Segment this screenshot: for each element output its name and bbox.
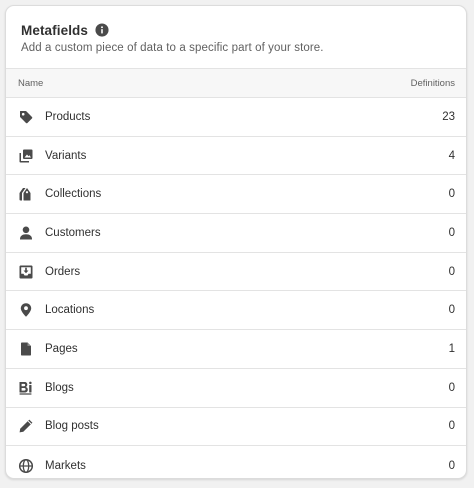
location-pin-icon bbox=[18, 302, 34, 318]
column-header-definitions: Definitions bbox=[410, 77, 455, 89]
row-label: Variants bbox=[45, 149, 87, 162]
row-count: 0 bbox=[448, 265, 455, 278]
row-products[interactable]: Products 23 bbox=[6, 98, 466, 137]
row-label: Markets bbox=[45, 459, 86, 472]
globe-icon bbox=[18, 458, 34, 474]
row-markets[interactable]: Markets 0 bbox=[6, 446, 466, 478]
row-count: 0 bbox=[448, 304, 455, 317]
row-count: 0 bbox=[448, 459, 455, 472]
row-blogs[interactable]: Blogs 0 bbox=[6, 369, 466, 408]
row-label: Blogs bbox=[45, 381, 74, 394]
row-count: 0 bbox=[448, 188, 455, 201]
row-blog-posts[interactable]: Blog posts 0 bbox=[6, 408, 466, 447]
pencil-icon bbox=[18, 418, 34, 434]
row-locations[interactable]: Locations 0 bbox=[6, 291, 466, 331]
row-count: 4 bbox=[448, 149, 455, 162]
row-count: 0 bbox=[448, 420, 455, 433]
info-icon[interactable] bbox=[95, 23, 109, 37]
row-count: 0 bbox=[448, 381, 455, 394]
orders-inbox-icon bbox=[18, 264, 34, 280]
row-label: Locations bbox=[45, 304, 95, 317]
page-document-icon bbox=[18, 341, 34, 357]
row-label: Orders bbox=[45, 265, 81, 278]
row-count: 1 bbox=[448, 342, 455, 355]
card-title: Metafields bbox=[21, 22, 89, 38]
row-variants[interactable]: Variants 4 bbox=[6, 137, 466, 176]
row-label: Collections bbox=[45, 188, 102, 201]
metafields-card: Metafields Add a custom piece of data to… bbox=[5, 5, 467, 479]
blog-icon bbox=[18, 380, 34, 396]
row-count: 23 bbox=[442, 110, 455, 123]
table-header: Name Definitions bbox=[6, 68, 466, 98]
row-count: 0 bbox=[448, 226, 455, 239]
variants-icon bbox=[18, 148, 34, 164]
card-subtitle: Add a custom piece of data to a specific… bbox=[21, 42, 324, 54]
collections-icon bbox=[18, 186, 34, 202]
column-header-name: Name bbox=[18, 77, 44, 89]
row-collections[interactable]: Collections 0 bbox=[6, 175, 466, 215]
metafield-list: Products 23 Variants 4 Collections 0 Cus… bbox=[6, 98, 466, 478]
row-label: Customers bbox=[45, 226, 101, 239]
row-pages[interactable]: Pages 1 bbox=[6, 330, 466, 369]
row-label: Pages bbox=[45, 342, 78, 355]
row-customers[interactable]: Customers 0 bbox=[6, 214, 466, 253]
row-label: Blog posts bbox=[45, 420, 99, 433]
customer-person-icon bbox=[18, 225, 34, 241]
product-tag-icon bbox=[18, 109, 34, 125]
row-label: Products bbox=[45, 110, 91, 123]
card-header: Metafields Add a custom piece of data to… bbox=[6, 6, 466, 68]
row-orders[interactable]: Orders 0 bbox=[6, 253, 466, 292]
title-row: Metafields bbox=[21, 20, 109, 40]
